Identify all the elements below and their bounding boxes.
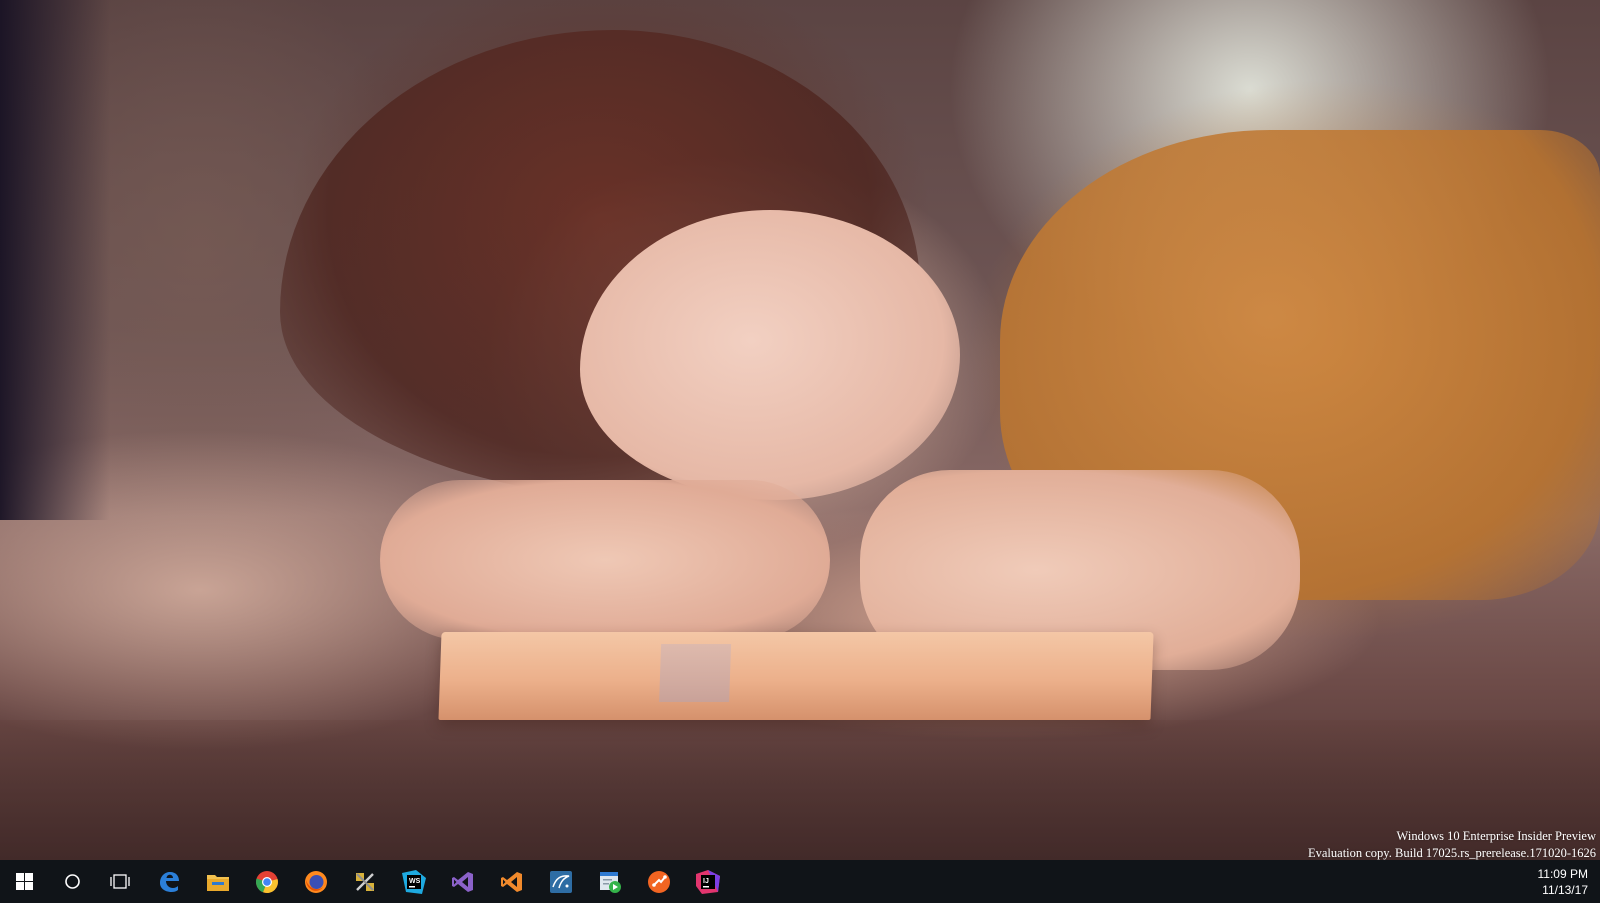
taskbar-app-visual-studio[interactable] [438, 860, 487, 903]
wallpaper-arm [380, 480, 830, 640]
tools-icon [355, 872, 374, 891]
clock-time: 11:09 PM [1537, 866, 1588, 881]
taskbar-app-edge[interactable] [144, 860, 193, 903]
intellij-icon: IJ [695, 869, 720, 894]
vs-code-icon [500, 871, 522, 892]
cortana-search-button[interactable] [48, 860, 96, 903]
cortana-circle-icon [64, 874, 80, 889]
edge-icon [159, 871, 179, 892]
watermark-edition: Windows 10 Enterprise Insider Preview [1396, 829, 1596, 843]
taskbar-app-intellij[interactable]: IJ [683, 860, 732, 903]
taskbar-app-media[interactable] [585, 860, 634, 903]
taskbar-app-orange[interactable] [634, 860, 683, 903]
firefox-icon [304, 870, 327, 893]
evaluation-watermark: Windows 10 Enterprise Insider Preview Ev… [1308, 828, 1596, 860]
task-view-icon [110, 874, 130, 889]
taskbar-app-tools[interactable] [340, 860, 389, 903]
taskbar-app-webstorm[interactable]: WS [389, 860, 438, 903]
taskbar-app-file-explorer[interactable] [193, 860, 242, 903]
taskbar-app-chrome[interactable] [242, 860, 291, 903]
taskbar-app-vs-code[interactable] [487, 860, 536, 903]
intellij-glyph: IJ [703, 878, 709, 885]
watermark-build: Evaluation copy. Build 17025.rs_prerelea… [1307, 846, 1596, 860]
taskbar-app-mysql-workbench[interactable] [536, 860, 585, 903]
clock-date: 11/13/17 [1542, 882, 1588, 897]
desktop-wallpaper: Windows 10 Enterprise Insider Preview Ev… [0, 0, 1600, 860]
folder-icon [206, 874, 229, 891]
visual-studio-icon [451, 871, 473, 892]
media-player-icon [599, 871, 621, 893]
mysql-workbench-icon [549, 870, 572, 893]
chrome-icon [255, 870, 278, 893]
wallpaper-book [438, 632, 1154, 720]
taskbar-app-firefox[interactable] [291, 860, 340, 903]
orange-app-icon [647, 870, 670, 893]
wallpaper-dark-region [0, 0, 110, 520]
taskbar: WS IJ 11:09 PM 11/13/17 [0, 860, 1600, 903]
wallpaper-book-label [659, 644, 732, 702]
webstorm-glyph: WS [409, 878, 421, 885]
windows-logo-icon [15, 873, 33, 890]
task-view-button[interactable] [96, 860, 144, 903]
start-button[interactable] [0, 860, 48, 903]
system-clock[interactable]: 11:09 PM 11/13/17 [1498, 860, 1600, 903]
webstorm-icon: WS [401, 869, 426, 894]
